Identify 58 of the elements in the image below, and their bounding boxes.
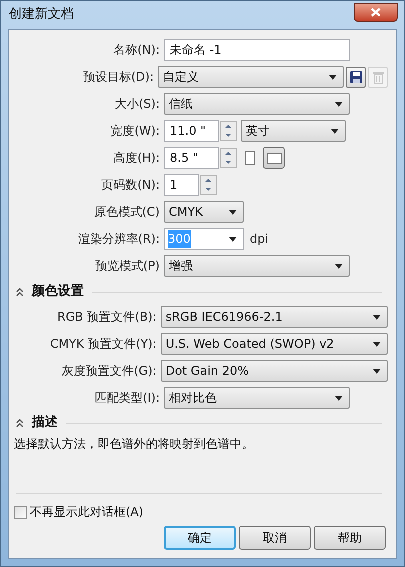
field-label: RGB 预置文件(B): <box>56 309 158 326</box>
field-label: 页码数(N): <box>100 177 161 194</box>
description-text: 选择默认方法，即色谱外的将映射到色谱中。 <box>14 436 255 453</box>
dialog-button[interactable]: 帮助 <box>314 526 386 550</box>
checkbox[interactable] <box>14 506 27 518</box>
spin-buttons[interactable] <box>220 121 237 141</box>
field-label: 预设目标(D): <box>82 69 155 86</box>
dropdown-arrow-icon <box>373 368 381 374</box>
section-title: 颜色设置 <box>32 282 84 302</box>
dropdown-arrow-icon <box>335 396 343 400</box>
dropdown-arrow-icon <box>229 236 237 242</box>
spin-buttons[interactable] <box>200 175 217 195</box>
input-field[interactable]: 8.5 " <box>164 147 219 169</box>
field-label: 匹配类型(I): <box>94 390 161 407</box>
checkbox-label[interactable]: 不再显示此对话框(A) <box>30 503 144 521</box>
field-label: 预览模式(P) <box>94 258 161 275</box>
field-label: 高度(H): <box>112 150 161 167</box>
collapse-chevron-icon[interactable] <box>16 288 24 296</box>
dropdown-arrow-icon <box>329 74 337 80</box>
dropdown-arrow-icon <box>229 210 237 214</box>
dropdown[interactable]: 信纸 <box>164 93 350 115</box>
close-icon <box>371 8 381 16</box>
dropdown[interactable]: sRGB IEC61966-2.1 <box>160 306 388 328</box>
dropdown-arrow-icon <box>335 102 343 106</box>
window-title: 创建新文档 <box>9 6 74 24</box>
field-label: 灰度预置文件(G): <box>61 363 158 380</box>
field-label: 大小(S): <box>114 96 161 113</box>
dropdown[interactable]: 增强 <box>164 255 350 277</box>
save-button[interactable] <box>346 66 366 88</box>
input-field[interactable]: 未命名 -1 <box>164 39 350 61</box>
dialog-button[interactable]: 取消 <box>239 526 311 550</box>
section-title: 描述 <box>32 414 58 432</box>
dropdown[interactable]: 英寸 <box>241 120 346 142</box>
dropdown-arrow-icon <box>331 128 339 134</box>
close-button[interactable] <box>354 2 398 22</box>
collapse-chevron-icon[interactable] <box>16 418 24 428</box>
dropdown-arrow-icon <box>373 342 381 346</box>
trash-icon <box>372 70 384 84</box>
input-field[interactable]: 11.0 " <box>164 120 219 142</box>
field-label: CMYK 预置文件(Y): <box>49 336 158 353</box>
landscape-button[interactable] <box>263 147 285 169</box>
field-label: 原色模式(C) <box>93 204 161 221</box>
spin-buttons[interactable] <box>220 148 237 168</box>
dropdown[interactable]: Dot Gain 20% <box>160 360 388 382</box>
field-label: 宽度(W): <box>110 123 161 140</box>
dropdown[interactable]: 自定义 <box>158 66 344 88</box>
dropdown-arrow-icon <box>335 264 343 268</box>
field-label: 渲染分辨率(R): <box>77 231 161 248</box>
unit-label: dpi <box>250 231 269 248</box>
dropdown[interactable]: CMYK <box>164 201 244 223</box>
field-label: 名称(N): <box>112 42 161 59</box>
portrait-page-icon <box>245 151 255 165</box>
dropdown[interactable]: U.S. Web Coated (SWOP) v2 <box>160 333 388 355</box>
input-field[interactable]: 1 <box>164 174 199 196</box>
landscape-page-icon <box>266 152 282 164</box>
dropdown-arrow-icon <box>373 314 381 320</box>
dialog-button[interactable]: 确定 <box>164 526 236 550</box>
dropdown[interactable]: 相对比色 <box>164 387 350 409</box>
